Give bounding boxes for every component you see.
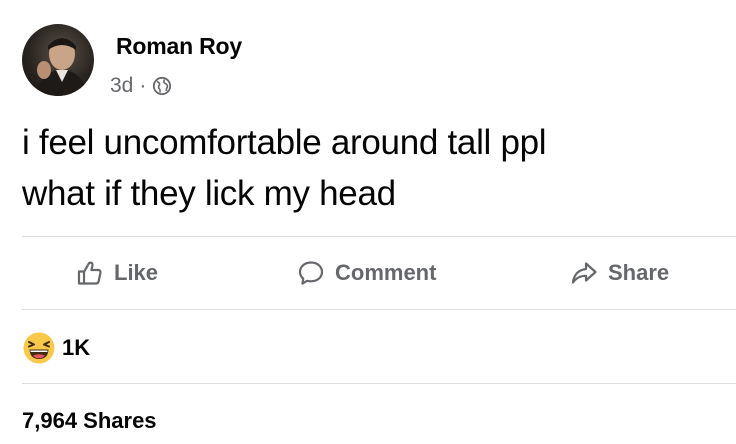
reactions-summary[interactable]: 1K [22,331,90,365]
post-timestamp[interactable]: 3d [110,74,133,98]
divider [22,236,736,237]
share-label: Share [608,260,670,285]
like-button[interactable]: Like [76,252,158,294]
globe-icon[interactable] [152,76,172,96]
post-body: i feel uncomfortable around tall ppl wha… [22,117,722,219]
like-label: Like [114,260,159,285]
divider [22,309,736,310]
comment-label: Comment [335,260,437,285]
comment-button[interactable]: Comment [297,252,436,294]
post-meta: 3d · [110,74,172,98]
laughing-emoji-icon [23,332,55,364]
comment-bubble-icon [298,261,324,285]
post-text-line: what if they lick my head [22,174,396,213]
share-arrow-icon [571,262,597,284]
shares-count[interactable]: 7,964 Shares [22,408,157,434]
reaction-count: 1K [62,335,91,360]
author-name[interactable]: Roman Roy [116,33,242,60]
thumbs-up-icon [77,261,102,285]
post-text-line: i feel uncomfortable around tall ppl [22,123,547,162]
divider [22,383,736,384]
avatar-photo [34,38,88,96]
share-button[interactable]: Share [570,252,669,294]
author-avatar[interactable] [22,24,94,96]
meta-separator: · [139,74,147,97]
